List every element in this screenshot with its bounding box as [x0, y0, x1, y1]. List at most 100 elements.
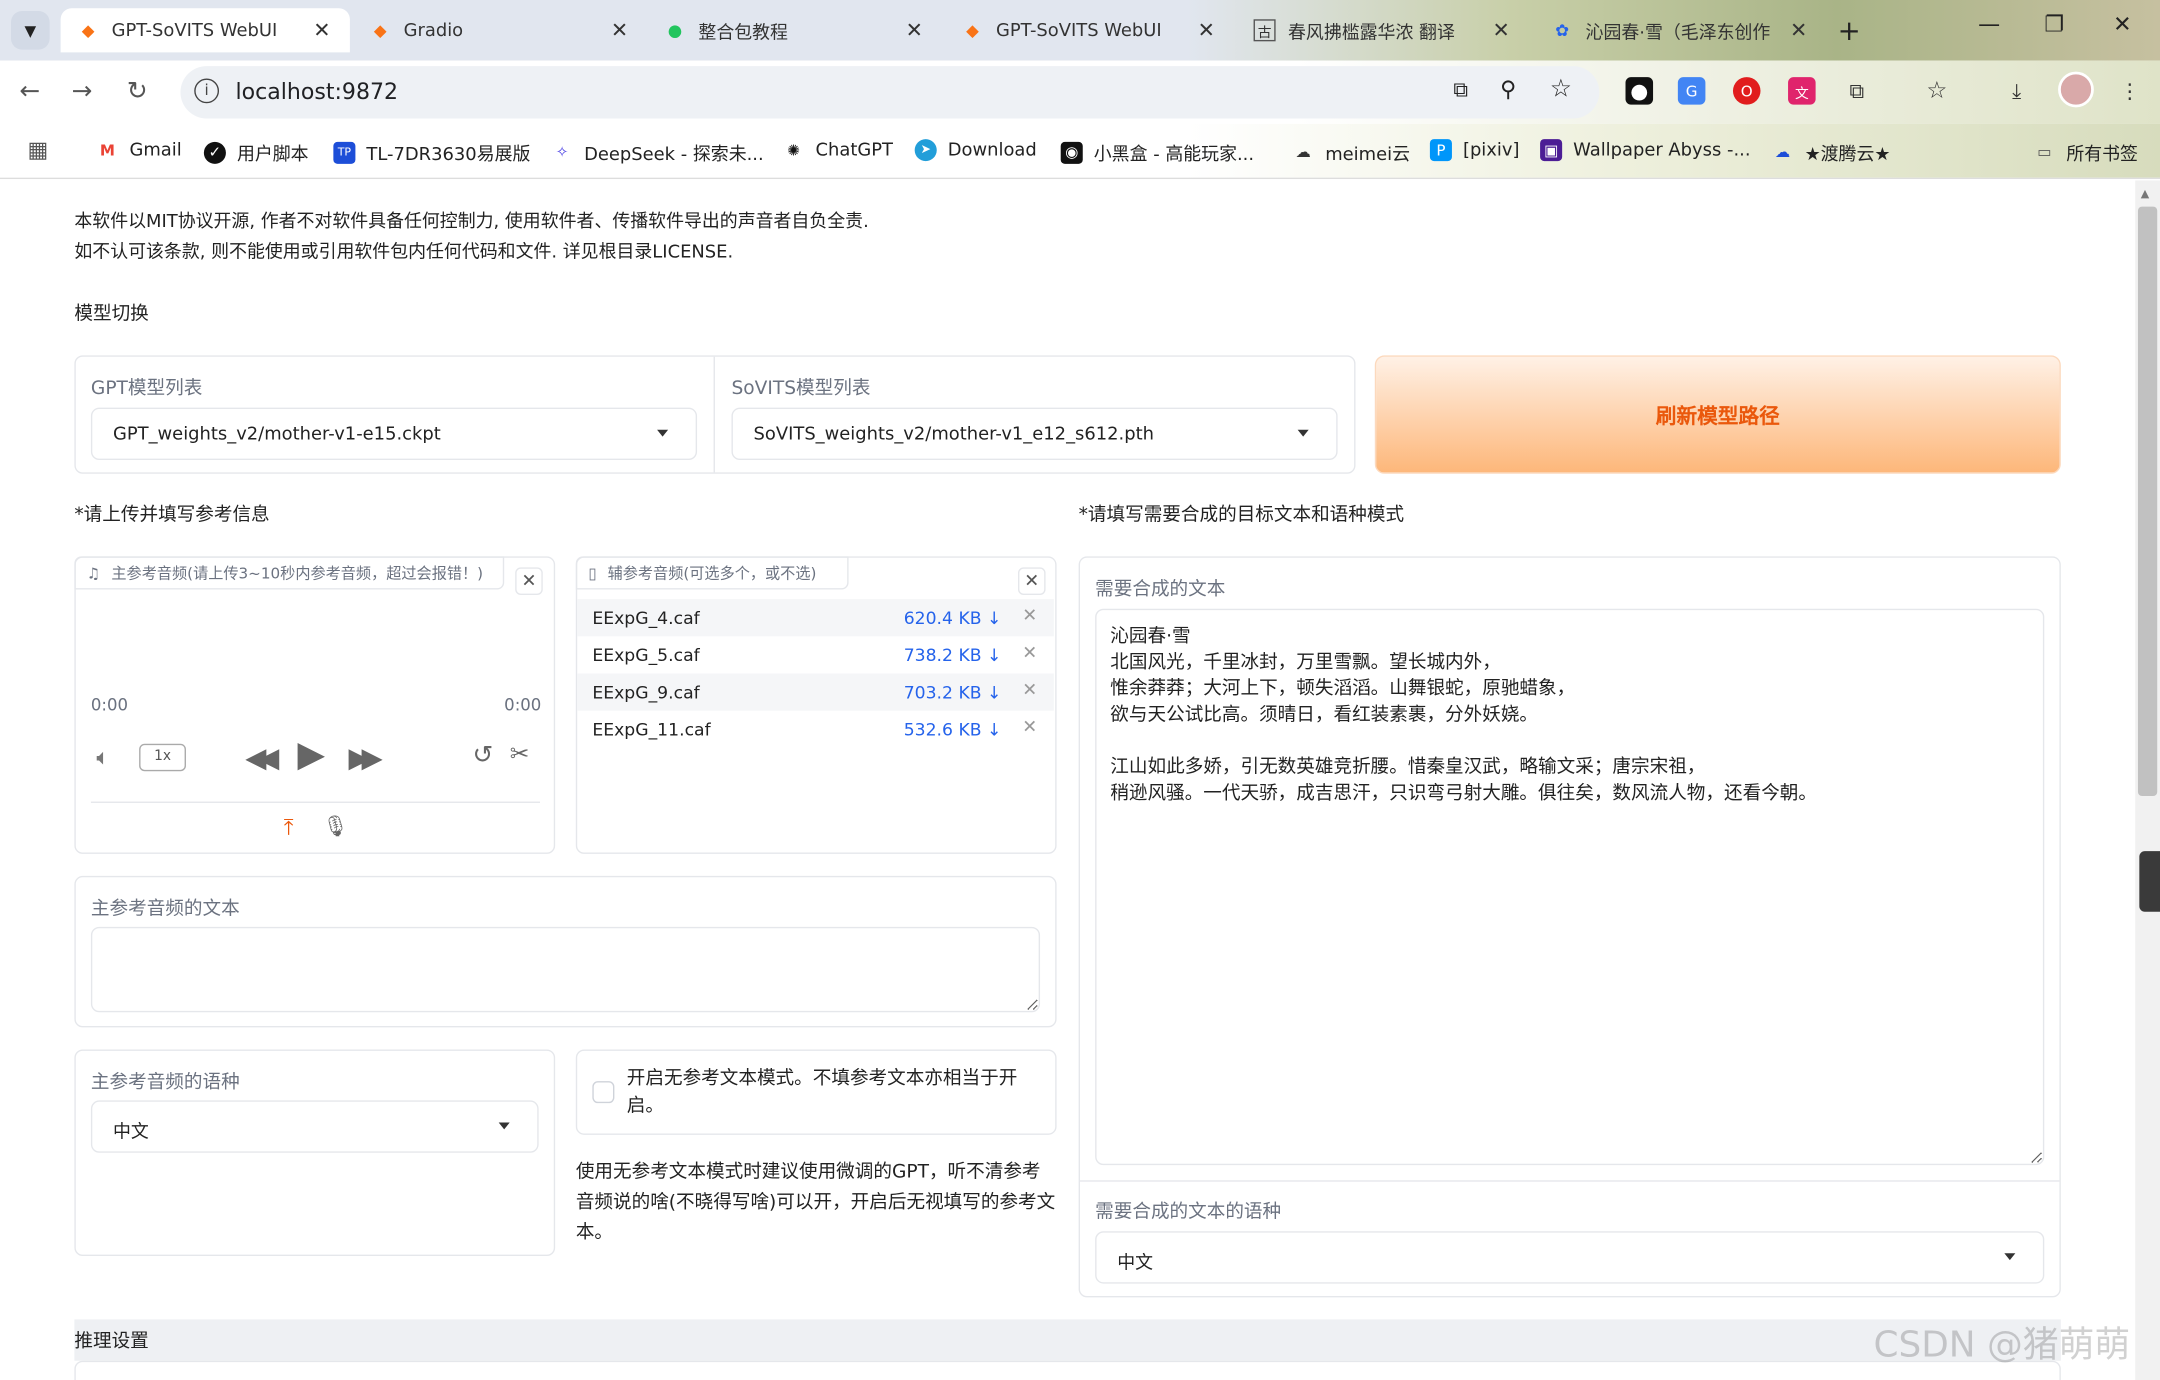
- tab-gradio[interactable]: ◆ Gradio ✕: [355, 8, 644, 52]
- close-tab-icon[interactable]: ✕: [313, 18, 330, 43]
- zoom-icon[interactable]: ⚲: [1500, 76, 1516, 102]
- close-window-icon[interactable]: ✕: [2113, 11, 2131, 37]
- synth-divider: [1079, 1180, 2060, 1182]
- address-bar[interactable]: i localhost:9872 ⧉ ⚲ ☆: [180, 66, 1600, 119]
- download-file-link[interactable]: 703.2 KB ↓: [904, 682, 1002, 703]
- ref-lang-dropdown[interactable]: 中文: [90, 1100, 539, 1153]
- bookmark-wallpaper[interactable]: ▣ Wallpaper Abyss -...: [1540, 139, 1751, 162]
- bookmark-userscript[interactable]: ✓ 用户脚本: [203, 139, 309, 165]
- extensions-puzzle-icon[interactable]: ⧉: [1843, 77, 1871, 105]
- url-text: localhost:9872: [235, 78, 399, 105]
- translate-icon[interactable]: ⧉: [1453, 77, 1468, 102]
- close-tab-icon[interactable]: ✕: [1790, 18, 1807, 43]
- bookmark-duteng[interactable]: ☁ ★渡腾云★: [1772, 139, 1890, 165]
- bookmark-star-icon[interactable]: ☆: [1550, 74, 1572, 103]
- aux-file-list: EExpG_4.caf 620.4 KB ↓ ✕ EExpG_5.caf 738…: [576, 599, 1057, 750]
- upload-icon[interactable]: ⤒: [284, 814, 294, 842]
- bookmark-meimei[interactable]: ☁ meimei云: [1292, 139, 1410, 165]
- gradio-icon: ◆: [373, 20, 387, 40]
- ref-lang-value: 中文: [112, 1122, 149, 1144]
- adblock-icon[interactable]: O: [1732, 77, 1761, 105]
- tab-gpt-sovits-webui[interactable]: ◆ GPT-SoVITS WebUI ✕: [60, 8, 350, 53]
- synth-text-input[interactable]: 沁园春·雪 北国风光，千里冰封，万里雪飘。望长城内外， 惟余莽莽；大河上下，顿失…: [1095, 608, 2045, 1166]
- tab-title: GPT-SoVITS WebUI: [995, 19, 1162, 41]
- download-icon[interactable]: ⤓: [2003, 77, 2031, 105]
- gradio-icon: ◆: [966, 20, 979, 40]
- rewind-icon[interactable]: ◀◀: [245, 741, 279, 774]
- ref-text-input[interactable]: [90, 926, 1041, 1013]
- close-tab-icon[interactable]: ✕: [611, 18, 628, 43]
- refresh-model-button[interactable]: 刷新模型路径: [1374, 355, 2061, 474]
- bookmark-download[interactable]: ➤ Download: [914, 139, 1037, 162]
- close-tab-icon[interactable]: ✕: [906, 18, 923, 43]
- remove-file-icon[interactable]: ✕: [1022, 680, 1037, 701]
- clear-aux-audio-button[interactable]: ✕: [1018, 567, 1046, 595]
- close-tab-icon[interactable]: ✕: [1198, 18, 1215, 43]
- aux-file-row[interactable]: EExpG_5.caf 738.2 KB ↓ ✕: [577, 636, 1054, 673]
- bookmark-all[interactable]: ▭ 所有书签: [2033, 139, 2138, 165]
- synth-lang-dropdown[interactable]: 中文: [1095, 1231, 2045, 1284]
- gu-icon: 古: [1253, 19, 1276, 42]
- profile-avatar[interactable]: [2058, 71, 2094, 108]
- page-scrollbar-thumb[interactable]: [2137, 206, 2158, 797]
- tab-tutorial[interactable]: ● 整合包教程 ✕: [650, 8, 939, 52]
- bookmark-chatgpt[interactable]: ✺ ChatGPT: [782, 139, 893, 161]
- playback-speed-button[interactable]: 1x: [139, 743, 186, 772]
- download-file-link[interactable]: 620.4 KB ↓: [904, 607, 1002, 628]
- tab-gpt-sovits-webui-2[interactable]: ◆ GPT-SoVITS WebUI ✕: [948, 8, 1224, 52]
- remove-file-icon[interactable]: ✕: [1022, 606, 1037, 627]
- pixiv-icon: P: [1429, 139, 1452, 162]
- trim-scissors-icon[interactable]: ✂: [510, 741, 530, 769]
- browser-menu-icon[interactable]: ⋮: [2116, 77, 2144, 105]
- google-translate-icon[interactable]: G: [1677, 77, 1706, 105]
- site-info-icon[interactable]: i: [194, 78, 220, 104]
- reload-icon[interactable]: ↻: [127, 77, 148, 106]
- ref-text-label: 主参考音频的文本: [90, 897, 240, 921]
- new-tab-button[interactable]: +: [1838, 14, 1861, 47]
- remove-file-icon[interactable]: ✕: [1022, 718, 1037, 739]
- no-ref-checkbox-label[interactable]: 开启无参考文本模式。不填参考文本亦相当于开启。: [627, 1065, 1040, 1120]
- aux-file-row[interactable]: EExpG_9.caf 703.2 KB ↓ ✕: [577, 673, 1054, 711]
- bookmark-heybox[interactable]: ◉ 小黑盒 - 高能玩家...: [1060, 139, 1254, 165]
- tab-poem-translation[interactable]: 古 春风拂槛露华浓 翻译 ✕: [1243, 8, 1519, 52]
- forward-arrow-icon[interactable]: →: [72, 77, 93, 106]
- no-ref-checkbox[interactable]: [592, 1081, 615, 1104]
- inference-settings-bar[interactable]: [74, 1319, 2061, 1361]
- cloud-icon: ☁: [1295, 143, 1311, 162]
- tab-list-button[interactable]: ▼: [11, 11, 50, 50]
- reading-list-icon[interactable]: ☆: [1923, 77, 1951, 105]
- gmail-icon: M: [99, 141, 115, 160]
- sovits-model-dropdown[interactable]: SoVITS_weights_v2/mother-v1_e12_s612.pth: [731, 407, 1338, 461]
- scroll-up-arrow[interactable]: ▲: [2141, 187, 2149, 199]
- play-icon[interactable]: ▶: [298, 734, 326, 775]
- bookmarks-bar: ▦ M Gmail ✓ 用户脚本 TP TL-7DR3630易展版 ✧ DeepSeek…: [0, 123, 2160, 180]
- aux-file-row[interactable]: EExpG_11.caf 532.6 KB ↓ ✕: [577, 711, 1054, 748]
- download-file-link[interactable]: 738.2 KB ↓: [904, 645, 1002, 666]
- aux-file-row[interactable]: EExpG_4.caf 620.4 KB ↓ ✕: [577, 599, 1054, 637]
- apps-grid-icon[interactable]: ▦: [28, 136, 49, 162]
- bookmark-deepseek[interactable]: ✧ DeepSeek - 探索未...: [551, 139, 764, 165]
- volume-icon[interactable]: 🔈︎: [96, 744, 109, 772]
- bookmark-gmail[interactable]: M Gmail: [96, 139, 182, 161]
- restore-window-icon[interactable]: ❐: [2044, 11, 2064, 37]
- chatgpt-icon: ✺: [787, 141, 800, 160]
- microphone-icon[interactable]: 🎙︎: [322, 814, 348, 839]
- clear-main-audio-button[interactable]: ✕: [515, 567, 543, 595]
- bookmark-pixiv[interactable]: P [pixiv]: [1429, 139, 1519, 162]
- gpt-model-dropdown[interactable]: GPT_weights_v2/mother-v1-e15.ckpt: [90, 407, 698, 461]
- side-panel-handle[interactable]: [2139, 851, 2160, 912]
- back-arrow-icon[interactable]: ←: [19, 77, 40, 106]
- download-file-link[interactable]: 532.6 KB ↓: [904, 719, 1002, 740]
- extension-icon-1[interactable]: ●: [1625, 77, 1654, 105]
- tab-qinyuanchun[interactable]: ✿ 沁园春·雪（毛泽东创作 ✕: [1540, 8, 1816, 52]
- chevron-down-icon: [2004, 1253, 2016, 1261]
- minimize-window-icon[interactable]: —: [1978, 11, 2000, 37]
- bookmark-tplink[interactable]: TP TL-7DR3630易展版: [333, 139, 530, 165]
- fast-forward-icon[interactable]: ▶▶: [349, 741, 383, 774]
- close-tab-icon[interactable]: ✕: [1492, 18, 1509, 43]
- chevron-down-icon: [1297, 429, 1309, 437]
- browser-toolbar: ← → ↻ i localhost:9872 ⧉ ⚲ ☆ ● G O 文 ⧉ ☆…: [0, 60, 2160, 124]
- remove-file-icon[interactable]: ✕: [1022, 643, 1037, 664]
- translate-ext-icon[interactable]: 文: [1788, 77, 1816, 105]
- undo-icon[interactable]: ↺: [472, 741, 493, 770]
